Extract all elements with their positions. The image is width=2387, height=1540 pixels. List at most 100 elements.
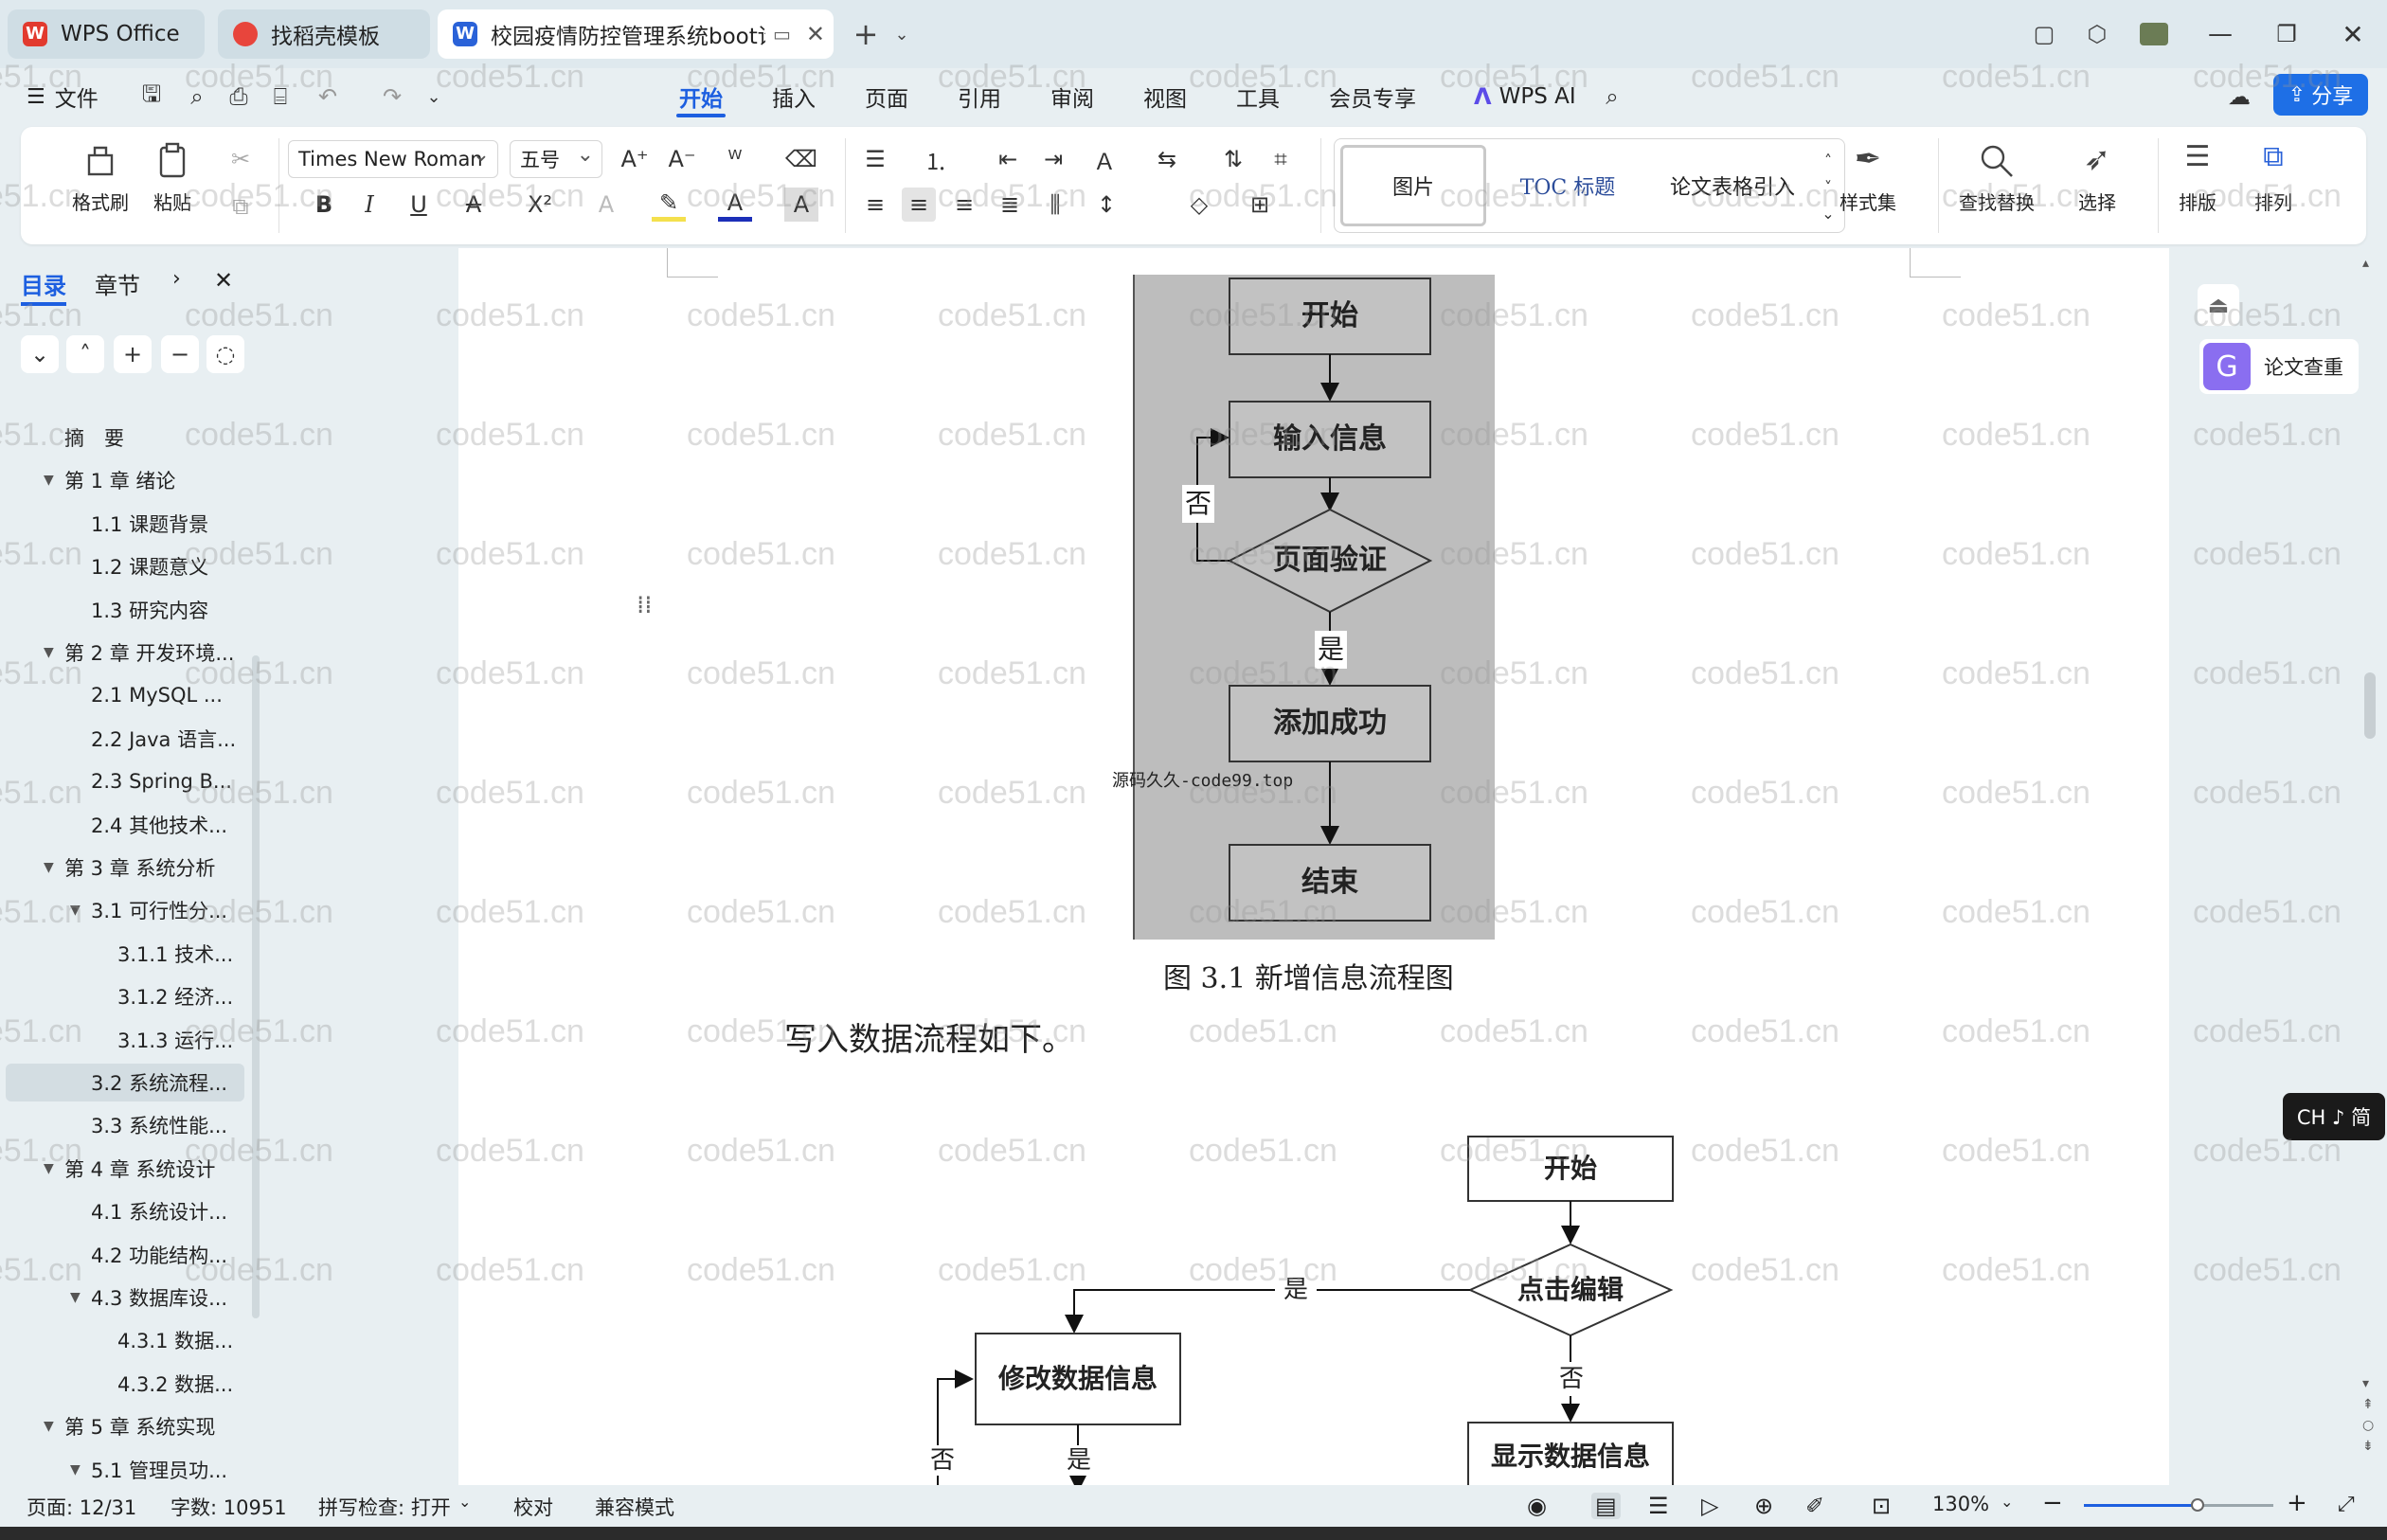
watermark-text: code51.cn xyxy=(1189,1133,1337,1169)
watermark-text: code51.cn xyxy=(1189,894,1337,930)
watermark-text: code51.cn xyxy=(1189,59,1337,95)
watermark-text: code51.cn xyxy=(938,1252,1086,1288)
watermark-text: code51.cn xyxy=(1942,59,2091,95)
watermark-text: code51.cn xyxy=(938,655,1086,691)
watermark-text: code51.cn xyxy=(185,536,333,572)
watermark-text: code51.cn xyxy=(687,178,835,214)
watermark-text: code51.cn xyxy=(1942,178,2091,214)
watermark-text: code51.cn xyxy=(1440,417,1588,453)
watermark-text: code51.cn xyxy=(185,297,333,333)
watermark-text: code51.cn xyxy=(1189,536,1337,572)
watermark-text: code51.cn xyxy=(1189,297,1337,333)
watermark-text: code51.cn xyxy=(1691,417,1840,453)
watermark-layer: code51.cn code51.cn code51.cn code51.cn code… xyxy=(0,0,2387,1540)
watermark-text: code51.cn xyxy=(1440,59,1588,95)
watermark-text: code51.cn xyxy=(938,417,1086,453)
watermark-text: code51.cn xyxy=(436,417,584,453)
watermark-text: code51.cn xyxy=(1691,59,1840,95)
watermark-text: code51.cn xyxy=(687,894,835,930)
watermark-text: code51.cn xyxy=(1189,775,1337,811)
watermark-text: code51.cn xyxy=(1942,1252,2091,1288)
watermark-text: code51.cn xyxy=(1189,1252,1337,1288)
watermark-text: code51.cn xyxy=(1942,1013,2091,1049)
watermark-text: code51.cn xyxy=(1942,536,2091,572)
watermark-text: code51.cn xyxy=(1440,655,1588,691)
watermark-text: code51.cn xyxy=(687,1252,835,1288)
watermark-text: code51.cn xyxy=(687,775,835,811)
watermark-text: code51.cn xyxy=(938,536,1086,572)
watermark-text: code51.cn xyxy=(687,655,835,691)
watermark-text: code51.cn xyxy=(1691,297,1840,333)
watermark-text: code51.cn xyxy=(938,178,1086,214)
watermark-text: code51.cn xyxy=(687,1133,835,1169)
watermark-text: code51.cn xyxy=(1691,1133,1840,1169)
watermark-text: code51.cn xyxy=(1691,655,1840,691)
watermark-text: code51.cn xyxy=(1691,894,1840,930)
watermark-text: code51.cn xyxy=(1440,178,1588,214)
watermark-text: code51.cn xyxy=(1189,655,1337,691)
watermark-text: code51.cn xyxy=(1440,894,1588,930)
watermark-text: code51.cn xyxy=(938,59,1086,95)
watermark-text: code51.cn xyxy=(1440,297,1588,333)
watermark-text: code51.cn xyxy=(436,178,584,214)
watermark-text: code51.cn xyxy=(2193,1252,2342,1288)
watermark-text: code51.cn xyxy=(185,1133,333,1169)
watermark-text: code51.cn xyxy=(436,1252,584,1288)
watermark-text: code51.cn xyxy=(1691,1013,1840,1049)
watermark-text: code51.cn xyxy=(938,1013,1086,1049)
watermark-text: code51.cn xyxy=(938,1133,1086,1169)
watermark-text: code51.cn xyxy=(185,655,333,691)
watermark-text: code51.cn xyxy=(185,1013,333,1049)
watermark-text: code51.cn xyxy=(1942,775,2091,811)
watermark-text: code51.cn xyxy=(185,178,333,214)
watermark-text: code51.cn xyxy=(436,1133,584,1169)
watermark-text: code51.cn xyxy=(185,59,333,95)
watermark-text: code51.cn xyxy=(1691,536,1840,572)
watermark-text: code51.cn xyxy=(687,536,835,572)
watermark-text: code51.cn xyxy=(1942,1133,2091,1169)
watermark-text: code51.cn xyxy=(2193,59,2342,95)
watermark-text: code51.cn xyxy=(2193,536,2342,572)
watermark-text: code51.cn xyxy=(2193,178,2342,214)
watermark-text: code51.cn xyxy=(436,1013,584,1049)
watermark-text: code51.cn xyxy=(1691,178,1840,214)
watermark-text: code51.cn xyxy=(2193,1013,2342,1049)
watermark-text: code51.cn xyxy=(1942,894,2091,930)
watermark-text: code51.cn xyxy=(1942,417,2091,453)
watermark-text: code51.cn xyxy=(0,297,82,333)
watermark-text: code51.cn xyxy=(185,894,333,930)
watermark-text: code51.cn xyxy=(436,655,584,691)
watermark-text: code51.cn xyxy=(2193,1133,2342,1169)
watermark-text: code51.cn xyxy=(938,775,1086,811)
watermark-text: code51.cn xyxy=(687,297,835,333)
watermark-text: code51.cn xyxy=(0,1013,82,1049)
watermark-text: code51.cn xyxy=(687,1013,835,1049)
watermark-text: code51.cn xyxy=(1440,1013,1588,1049)
watermark-text: code51.cn xyxy=(2193,417,2342,453)
watermark-text: code51.cn xyxy=(1440,1252,1588,1288)
watermark-text: code51.cn xyxy=(2193,894,2342,930)
watermark-text: code51.cn xyxy=(0,59,82,95)
watermark-text: code51.cn xyxy=(0,894,82,930)
watermark-text: code51.cn xyxy=(1189,1013,1337,1049)
watermark-text: code51.cn xyxy=(0,536,82,572)
watermark-text: code51.cn xyxy=(436,536,584,572)
watermark-text: code51.cn xyxy=(436,775,584,811)
watermark-text: code51.cn xyxy=(0,178,82,214)
watermark-text: code51.cn xyxy=(0,1133,82,1169)
watermark-text: code51.cn xyxy=(185,417,333,453)
watermark-text: code51.cn xyxy=(436,59,584,95)
watermark-text: code51.cn xyxy=(938,297,1086,333)
watermark-text: code51.cn xyxy=(687,417,835,453)
watermark-text: code51.cn xyxy=(1691,1252,1840,1288)
watermark-text: code51.cn xyxy=(436,297,584,333)
watermark-text: code51.cn xyxy=(1440,1133,1588,1169)
watermark-text: code51.cn xyxy=(1942,655,2091,691)
watermark-text: code51.cn xyxy=(185,1252,333,1288)
watermark-text: code51.cn xyxy=(1189,178,1337,214)
watermark-text: code51.cn xyxy=(0,655,82,691)
watermark-text: code51.cn xyxy=(185,775,333,811)
watermark-text: code51.cn xyxy=(1691,775,1840,811)
watermark-text: code51.cn xyxy=(1440,775,1588,811)
watermark-text: code51.cn xyxy=(0,775,82,811)
